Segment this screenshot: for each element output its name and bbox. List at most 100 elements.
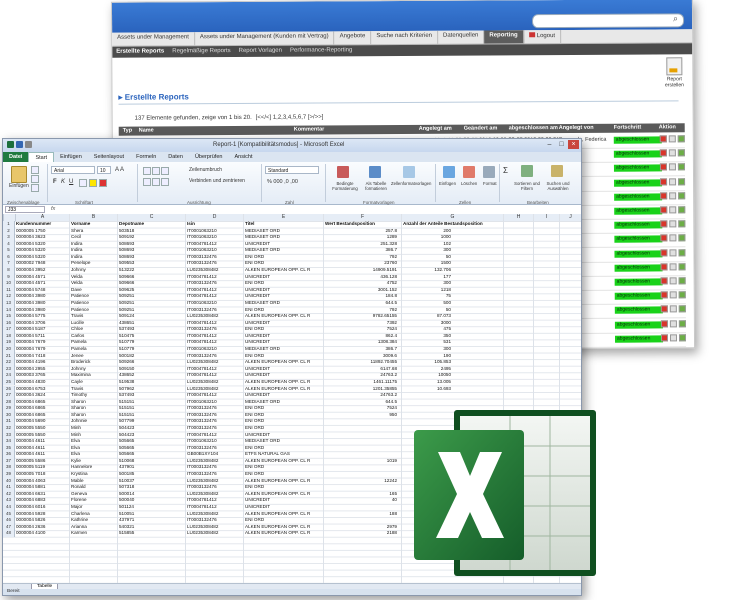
download-icon[interactable] — [678, 177, 686, 185]
font-color-icon[interactable] — [99, 179, 107, 187]
column-header-D[interactable]: D — [185, 214, 243, 221]
row-number[interactable]: 5 — [3, 247, 15, 254]
row-number[interactable]: 4 — [3, 240, 15, 248]
cell[interactable]: 105.853 — [403, 359, 451, 366]
delete-icon[interactable] — [660, 234, 668, 242]
create-report-button[interactable]: Report erstellen — [662, 57, 686, 88]
cell[interactable]: 644.5 — [325, 300, 398, 307]
row-number[interactable]: 1 — [3, 221, 15, 228]
cell[interactable]: LU0235308482 — [187, 478, 243, 485]
cell[interactable]: 0000004 6016 — [16, 504, 68, 511]
cell[interactable]: 644.5 — [325, 399, 398, 406]
cell[interactable]: Minh — [71, 432, 117, 439]
cell[interactable]: IT0003132476 — [187, 425, 243, 432]
cell[interactable]: LU0235308482 — [187, 530, 243, 537]
cell[interactable]: ENI ORD — [245, 307, 323, 314]
cell[interactable]: 438651 — [119, 320, 185, 327]
download-icon[interactable] — [678, 192, 686, 200]
cell[interactable]: 132.706 — [403, 267, 451, 274]
conditional-format-icon[interactable] — [337, 166, 349, 178]
cell[interactable]: ALKEN EUROPEAN OPP. CL R — [245, 478, 323, 485]
column-header[interactable]: Kommentar — [294, 126, 325, 132]
cell[interactable]: 0000004 4611 — [16, 438, 68, 445]
cell[interactable]: 386.7 — [325, 247, 398, 254]
cell[interactable]: 40 — [325, 497, 397, 504]
cell[interactable]: 436.128 — [325, 274, 397, 281]
nav-item-1[interactable]: Assets under Management (Kunden mit Vert… — [194, 31, 335, 46]
number-format-buttons[interactable]: % 000 ,0 ,00 — [267, 179, 298, 185]
cell[interactable]: LU0235308482 — [187, 313, 243, 320]
column-header-E[interactable]: E — [243, 214, 323, 221]
cell[interactable]: 87.073 — [403, 313, 451, 320]
row-number[interactable]: 35 — [3, 444, 15, 452]
cell[interactable]: 0000004 4611 — [16, 445, 68, 452]
cell[interactable]: 503518 — [119, 228, 185, 235]
maximize-button[interactable]: □ — [556, 140, 567, 149]
cell[interactable]: IT0004781412 — [187, 504, 243, 511]
cell[interactable]: IT0004781412 — [187, 366, 243, 373]
cell[interactable]: 165 — [325, 491, 397, 498]
cell[interactable]: Indira — [71, 254, 117, 261]
cell[interactable]: 507799 — [119, 418, 185, 425]
cell[interactable]: ALKEN EUROPEAN OPP. CL R — [245, 379, 323, 386]
cell[interactable]: IT0001063210 — [187, 346, 243, 353]
cell[interactable]: 2979 — [325, 524, 397, 531]
cell[interactable]: ENI ORD — [245, 326, 323, 333]
edit-icon[interactable] — [669, 192, 677, 200]
cell[interactable]: 500 — [403, 300, 451, 307]
cell[interactable]: LU0235308482 — [187, 511, 243, 518]
cell[interactable]: IT0003132476 — [187, 418, 243, 425]
download-icon[interactable] — [678, 277, 686, 285]
cell[interactable]: 510051 — [119, 511, 185, 518]
row-number[interactable]: 25 — [3, 378, 15, 386]
cell[interactable]: 1289 — [325, 234, 397, 241]
cell[interactable]: 0000004 5320 — [16, 241, 68, 248]
cell[interactable]: 504423 — [119, 432, 185, 439]
cell[interactable]: 509124 — [119, 313, 185, 320]
column-header[interactable]: Angelegt am — [419, 126, 452, 132]
cell[interactable]: ENI ORD — [245, 353, 323, 360]
cell[interactable]: ALKEN EUROPEAN OPP. CL R — [245, 267, 323, 274]
fill-color-icon[interactable] — [89, 179, 97, 187]
cell[interactable]: 0000004 3624 — [16, 392, 68, 399]
cell[interactable]: 0000004 3980 — [16, 300, 68, 307]
cell[interactable]: Elva — [71, 451, 117, 458]
cell[interactable]: Chloe — [71, 326, 117, 333]
delete-icon[interactable] — [660, 291, 668, 299]
cell[interactable]: 386.7 — [325, 346, 398, 353]
cell[interactable]: 505665 — [119, 451, 185, 458]
cell[interactable]: Hannelore — [71, 464, 117, 471]
tab-2[interactable]: Einfügen — [54, 152, 88, 162]
cell[interactable]: GB00B1XY104 — [187, 451, 243, 458]
cell[interactable]: IT0004781412 — [187, 333, 243, 340]
cell[interactable]: 23760 — [325, 260, 397, 267]
row-number[interactable]: 28 — [3, 398, 15, 406]
cell[interactable]: Travis — [71, 386, 117, 393]
cell[interactable]: 509553 — [119, 260, 185, 267]
cell[interactable]: 504423 — [119, 425, 185, 432]
cell[interactable]: 300 — [403, 280, 451, 287]
cell[interactable]: ENI ORD — [245, 484, 323, 491]
delete-cells-label[interactable]: Löschen — [461, 181, 477, 186]
row-number[interactable]: 6 — [3, 253, 15, 261]
cell[interactable]: 0000004 6631 — [16, 491, 68, 498]
download-icon[interactable] — [678, 206, 686, 214]
cell[interactable]: 3000 — [403, 320, 451, 327]
cell[interactable]: IT0003132476 — [187, 517, 243, 524]
cell[interactable]: 350 — [403, 333, 451, 340]
row-number[interactable]: 43 — [3, 497, 15, 504]
edit-icon[interactable] — [669, 206, 677, 214]
subnav-item-2[interactable]: Report Vorlagen — [235, 46, 286, 57]
cell[interactable]: 0000004 5320 — [16, 254, 68, 261]
cell-styles-label[interactable]: Zellenformatvorlagen — [391, 181, 431, 186]
cell[interactable]: Krystina — [71, 471, 117, 478]
cell[interactable] — [325, 438, 397, 445]
cell[interactable]: ALKEN EUROPEAN OPP. CL R — [245, 524, 323, 531]
cell[interactable]: 75 — [403, 293, 451, 300]
row-number[interactable]: 33 — [3, 431, 15, 439]
cell[interactable]: 0000003 3765 — [16, 372, 68, 379]
row-number[interactable]: 9 — [3, 273, 15, 281]
cell[interactable]: ALKEN EUROPEAN OPP. CL R — [245, 458, 323, 465]
cell[interactable]: 0000004 3623 — [16, 234, 68, 241]
cell[interactable]: Dave — [71, 287, 117, 294]
